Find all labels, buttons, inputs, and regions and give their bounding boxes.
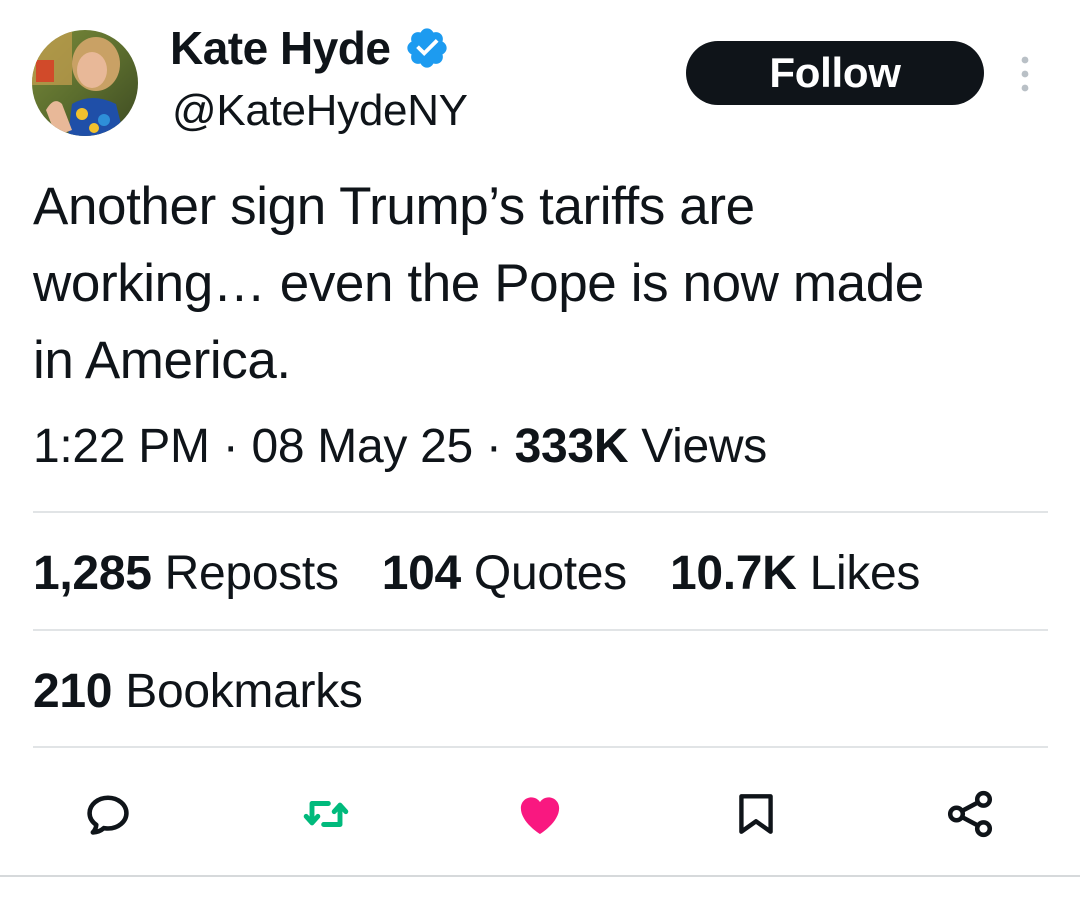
likes-count: 10.7K xyxy=(669,547,797,600)
verified-badge-icon[interactable] xyxy=(404,25,450,71)
share-button[interactable] xyxy=(942,786,998,842)
quotes-label: Quotes xyxy=(460,547,627,600)
bookmarks-stat[interactable]: 210 Bookmarks xyxy=(33,660,363,724)
likes-stat[interactable]: 10.7K Likes xyxy=(670,547,920,600)
share-icon xyxy=(947,790,993,838)
views-count: 333K xyxy=(514,420,629,473)
tweet-meta: 1:22 PM · 08 May 25 · 333K Views xyxy=(33,416,767,478)
reposts-label: Reposts xyxy=(151,547,339,600)
bookmark-button[interactable] xyxy=(728,786,784,842)
like-button[interactable] xyxy=(512,786,568,842)
reply-icon xyxy=(87,795,129,835)
tweet-date[interactable]: 08 May 25 xyxy=(251,420,473,473)
bookmarks-label: Bookmarks xyxy=(112,665,363,718)
author-name-row: Kate Hyde xyxy=(170,20,450,76)
reply-button[interactable] xyxy=(80,786,136,842)
bookmark-icon xyxy=(739,794,773,834)
divider xyxy=(33,746,1048,748)
reposts-count: 1,285 xyxy=(33,547,152,600)
author-avatar[interactable] xyxy=(32,30,138,136)
more-options-icon[interactable] xyxy=(1012,54,1038,94)
like-heart-icon xyxy=(520,797,560,835)
author-name[interactable]: Kate Hyde xyxy=(170,20,391,76)
reposts-stat[interactable]: 1,285 Reposts xyxy=(33,547,339,600)
likes-label: Likes xyxy=(796,547,921,600)
tweet-text: Another sign Trump’s tariffs are working… xyxy=(33,177,924,390)
divider xyxy=(33,511,1048,513)
meta-separator: · xyxy=(472,420,515,473)
avatar-photo xyxy=(32,30,138,136)
engagement-stats: 1,285 Reposts 104 Quotes 10.7K Likes xyxy=(33,542,950,606)
repost-button[interactable] xyxy=(298,786,354,842)
tweet-time[interactable]: 1:22 PM xyxy=(33,420,210,473)
divider xyxy=(33,629,1048,631)
meta-separator: · xyxy=(209,420,252,473)
quotes-count: 104 xyxy=(381,547,461,600)
follow-button[interactable]: Follow xyxy=(686,41,984,105)
author-handle[interactable]: @KateHydeNY xyxy=(172,84,468,138)
quotes-stat[interactable]: 104 Quotes xyxy=(382,547,627,600)
repost-icon xyxy=(303,801,349,827)
bookmarks-count: 210 xyxy=(33,665,113,718)
bottom-divider xyxy=(0,875,1080,877)
views-label: Views xyxy=(628,420,767,473)
